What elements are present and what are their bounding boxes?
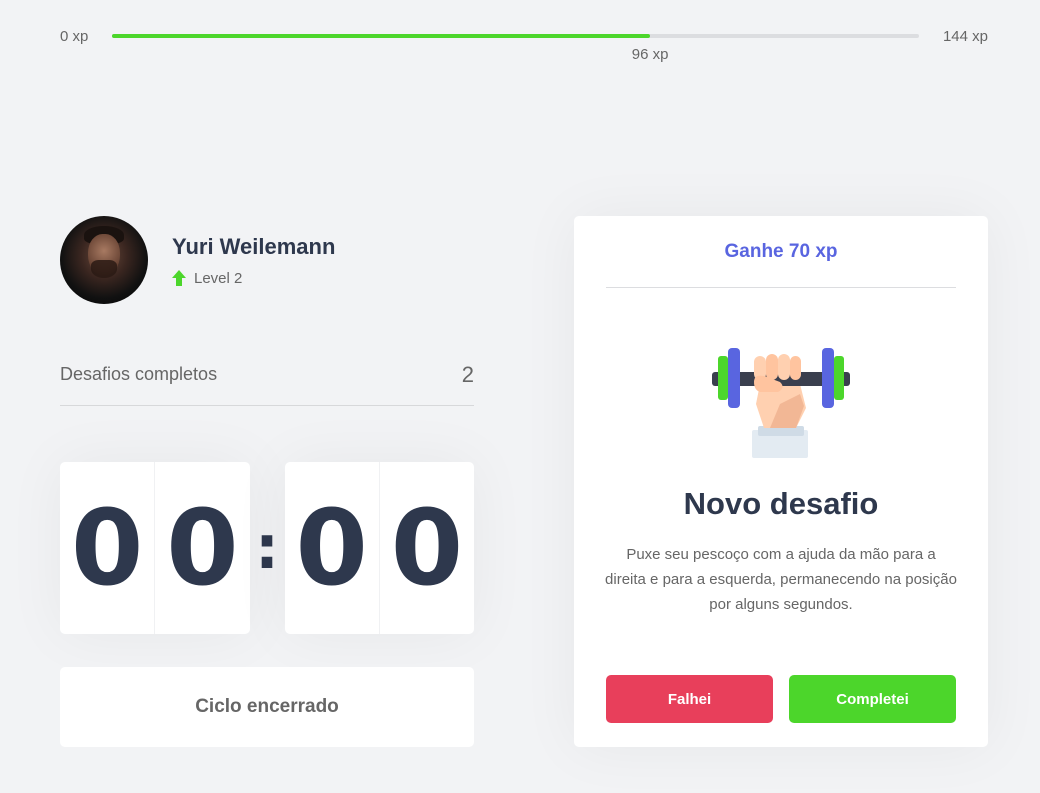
minute-ones-digit: 0 — [154, 462, 249, 634]
challenge-title: Novo desafio — [683, 486, 879, 521]
challenge-header: Ganhe 70 xp — [606, 216, 956, 288]
user-name: Yuri Weilemann — [172, 233, 336, 259]
challenge-card: Ganhe 70 xp Novo desafio Puxe seu pescoç… — [574, 216, 988, 747]
xp-current-label: 96 xp — [631, 46, 669, 63]
avatar — [60, 216, 148, 304]
level-row: Level 2 — [172, 270, 335, 287]
failed-button[interactable]: Falhei — [606, 675, 773, 723]
completed-challenges-count: 2 — [461, 361, 474, 387]
cycle-ended-button[interactable]: Ciclo encerrado — [60, 667, 474, 747]
minute-tens-digit: 0 — [70, 487, 144, 609]
time-separator: : — [255, 513, 279, 583]
second-tens-digit: 0 — [295, 487, 368, 609]
level-label: Level 2 — [194, 269, 243, 287]
challenge-description: Puxe seu pescoço com a ajuda da mão para… — [605, 546, 957, 613]
xp-max-label: 144 xp — [942, 27, 988, 45]
completed-challenges-label: Desafios completos — [60, 364, 218, 384]
second-ones-digit: 0 — [378, 462, 474, 634]
challenge-reward: Ganhe 70 xp — [724, 240, 838, 262]
user-profile: Yuri Weilemann Level 2 — [60, 216, 335, 304]
xp-min-label: 0 xp — [60, 27, 89, 45]
seconds-box: 0 0 — [284, 462, 474, 634]
completed-challenges: Desafios completos 2 — [60, 344, 474, 406]
experience-bar: 0 xp 96 xp 144 xp — [60, 26, 988, 64]
body-dumbbell-icon — [712, 348, 850, 458]
minutes-box: 0 0 — [60, 462, 250, 634]
completed-button[interactable]: Completei — [789, 675, 956, 723]
xp-progress-fill — [112, 34, 651, 38]
countdown-timer: 0 0 : 0 0 — [60, 462, 474, 634]
level-up-arrow-icon — [172, 270, 186, 286]
xp-progress-track: 96 xp — [112, 34, 919, 63]
profile-info: Yuri Weilemann Level 2 — [172, 234, 335, 287]
